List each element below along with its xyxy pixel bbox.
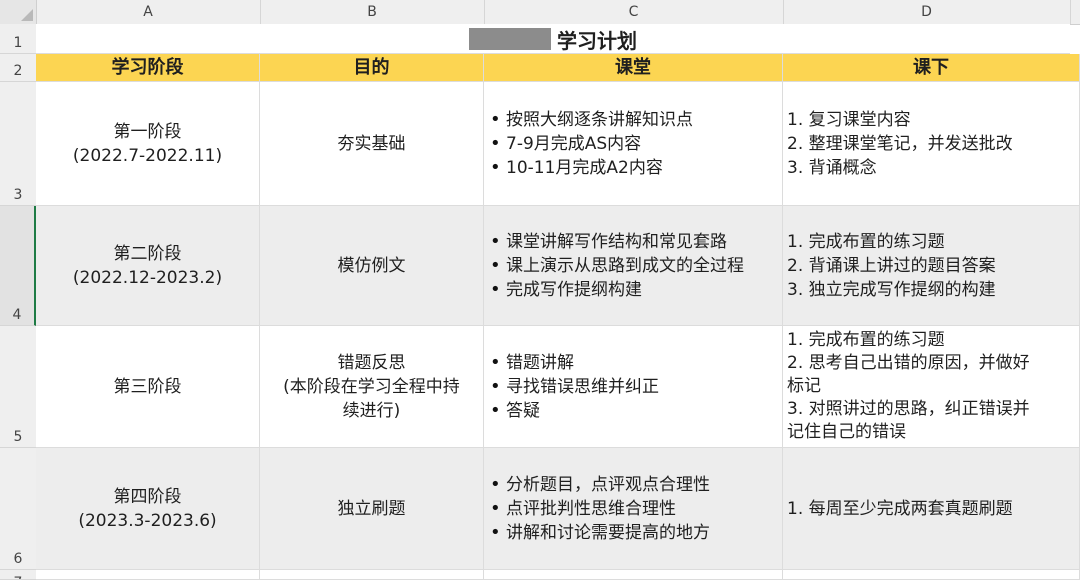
list-item: 错题讲解 [488,351,782,375]
redacted-block [469,28,551,50]
list-item: 分析题目，点评观点合理性 [488,473,782,497]
list-item: 2. 背诵课上讲过的题目答案 [787,255,996,276]
purpose-cell[interactable]: 模仿例文 [260,206,484,326]
list-item: 2. 整理课堂笔记，并发送批改 [787,133,1013,154]
row-header-6[interactable]: 6 [0,448,36,570]
row-number: 5 [13,429,23,445]
spreadsheet: A B C D 1 2 3 4 5 6 7 学习计划 学习阶段 目的 课堂 课下… [0,0,1080,580]
list-item: 讲解和讨论需要提高的地方 [488,521,782,545]
list-item: 1. 完成布置的练习题 [787,231,945,252]
in-class-list: 课堂讲解写作结构和常见套路 课上演示从思路到成文的全过程 完成写作提纲构建 [488,230,782,302]
in-class-cell[interactable]: 错题讲解 寻找错误思维并纠正 答疑 [484,326,783,448]
after-class-cell[interactable]: 1. 每周至少完成两套真题刷题 [783,448,1080,570]
column-header-bar: A B C D [0,0,1080,25]
purpose-text: 独立刷题 [337,498,406,519]
list-item: 按照大纲逐条讲解知识点 [488,108,782,132]
row-header-4[interactable]: 4 [0,206,36,326]
purpose-note: 续进行) [342,400,401,421]
stage-name: 第四阶段 [113,486,182,507]
row-header-bar: 1 2 3 4 5 6 7 [0,24,37,580]
row-number: 4 [12,307,22,323]
list-item: 7-9月完成AS内容 [488,132,782,156]
empty-cell[interactable] [484,570,783,580]
row-number: 3 [13,187,23,203]
row-number: 2 [13,63,23,79]
list-item: 10-11月完成A2内容 [488,156,782,180]
empty-cell[interactable] [783,570,1080,580]
empty-cell[interactable] [260,570,484,580]
header-stage[interactable]: 学习阶段 [36,54,260,82]
select-all-icon [21,9,33,21]
list-item: 标记 [787,376,821,396]
in-class-cell[interactable]: 按照大纲逐条讲解知识点 7-9月完成AS内容 10-11月完成A2内容 [484,82,783,206]
stage-dates: (2022.12-2023.2) [72,267,223,288]
row-number: 7 [0,575,36,579]
column-header-b[interactable]: B [260,0,485,24]
after-class-cell[interactable]: 1. 复习课堂内容 2. 整理课堂笔记，并发送批改 3. 背诵概念 [783,82,1080,206]
row-number: 1 [13,35,23,51]
purpose-note: (本阶段在学习全程中持 [283,376,460,397]
purpose-text: 错题反思 [337,352,406,373]
list-item: 课堂讲解写作结构和常见套路 [488,230,782,254]
row-header-3[interactable]: 3 [0,82,36,206]
in-class-cell[interactable]: 分析题目，点评观点合理性 点评批判性思维合理性 讲解和讨论需要提高的地方 [484,448,783,570]
list-item: 点评批判性思维合理性 [488,497,782,521]
row-header-5[interactable]: 5 [0,326,36,448]
list-item: 寻找错误思维并纠正 [488,375,782,399]
purpose-cell[interactable]: 夯实基础 [260,82,484,206]
title-text: 学习计划 [557,28,637,53]
list-item: 1. 复习课堂内容 [787,109,911,130]
purpose-text: 模仿例文 [337,255,406,276]
list-item: 答疑 [488,399,782,423]
list-item: 课上演示从思路到成文的全过程 [488,254,782,278]
in-class-cell[interactable]: 课堂讲解写作结构和常见套路 课上演示从思路到成文的全过程 完成写作提纲构建 [484,206,783,326]
list-item: 3. 对照讲过的思路，纠正错误并 [787,399,1030,419]
list-item: 1. 每周至少完成两套真题刷题 [787,498,1013,519]
sheet-title: 学习计划 [36,24,1070,54]
stage-name: 第一阶段 [113,121,182,142]
in-class-list: 错题讲解 寻找错误思维并纠正 答疑 [488,351,782,423]
list-item: 记住自己的错误 [787,422,906,442]
in-class-list: 按照大纲逐条讲解知识点 7-9月完成AS内容 10-11月完成A2内容 [488,108,782,180]
purpose-text: 夯实基础 [337,133,406,154]
list-item: 2. 思考自己出错的原因，并做好 [787,353,1030,373]
list-item: 3. 背诵概念 [787,157,877,178]
stage-name: 第三阶段 [113,376,182,397]
stage-cell[interactable]: 第一阶段 (2022.7-2022.11) [36,82,260,206]
list-item: 1. 完成布置的练习题 [787,330,945,350]
stage-name: 第二阶段 [113,243,182,264]
row-header-1[interactable]: 1 [0,24,36,54]
stage-dates: (2023.3-2023.6) [78,510,217,531]
purpose-cell[interactable]: 独立刷题 [260,448,484,570]
in-class-list: 分析题目，点评观点合理性 点评批判性思维合理性 讲解和讨论需要提高的地方 [488,473,782,545]
list-item: 完成写作提纲构建 [488,278,782,302]
row-number: 6 [13,551,23,567]
stage-cell[interactable]: 第四阶段 (2023.3-2023.6) [36,448,260,570]
after-class-cell[interactable]: 1. 完成布置的练习题 2. 思考自己出错的原因，并做好 标记 3. 对照讲过的… [783,326,1080,448]
column-header-d[interactable]: D [783,0,1071,24]
header-purpose[interactable]: 目的 [260,54,484,82]
purpose-cell[interactable]: 错题反思 (本阶段在学习全程中持 续进行) [260,326,484,448]
stage-cell[interactable]: 第三阶段 [36,326,260,448]
header-after-class[interactable]: 课下 [783,54,1080,82]
stage-cell[interactable]: 第二阶段 (2022.12-2023.2) [36,206,260,326]
column-header-a[interactable]: A [36,0,261,24]
row-header-2[interactable]: 2 [0,54,36,82]
list-item: 3. 独立完成写作提纲的构建 [787,279,996,300]
stage-dates: (2022.7-2022.11) [72,145,223,166]
column-header-c[interactable]: C [484,0,784,24]
row-header-7[interactable]: 7 [0,570,36,580]
header-in-class[interactable]: 课堂 [484,54,783,82]
after-class-cell[interactable]: 1. 完成布置的练习题 2. 背诵课上讲过的题目答案 3. 独立完成写作提纲的构… [783,206,1080,326]
select-all-corner[interactable] [0,0,37,24]
empty-cell[interactable] [36,570,260,580]
